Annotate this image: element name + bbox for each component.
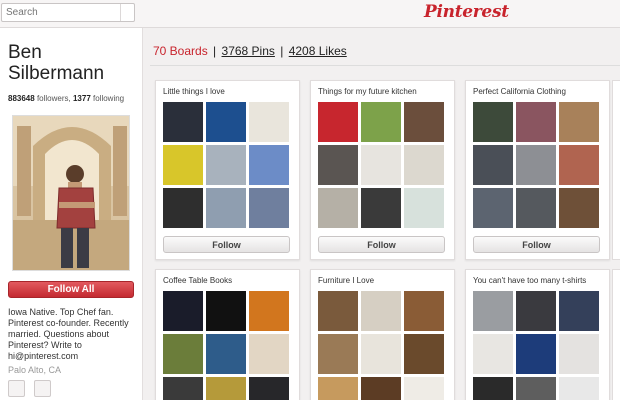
following-label[interactable]: following [93, 94, 124, 103]
board-thumbnail[interactable] [318, 145, 358, 185]
board-thumbnail[interactable] [516, 188, 556, 228]
board-thumbnail[interactable] [318, 188, 358, 228]
follow-board-button[interactable]: Follow [163, 236, 290, 253]
followers-label[interactable]: followers, [37, 94, 71, 103]
board-thumbnail[interactable] [249, 377, 289, 400]
follow-board-button[interactable]: Follow [473, 236, 600, 253]
board-thumbnail[interactable] [249, 145, 289, 185]
board-thumbnail[interactable] [361, 291, 401, 331]
board-card[interactable]: Coffee Table Books [155, 269, 300, 400]
board-title[interactable]: Furniture I Love [318, 276, 374, 285]
board-card-partial[interactable] [612, 269, 620, 400]
board-card-partial[interactable] [612, 80, 620, 260]
twitter-link-button[interactable] [34, 380, 51, 397]
board-thumbnail[interactable] [473, 377, 513, 400]
board-thumbnail[interactable] [516, 334, 556, 374]
board-thumbnail[interactable] [559, 188, 599, 228]
board-thumbnail[interactable] [361, 145, 401, 185]
board-thumbnail[interactable] [163, 145, 203, 185]
board-title[interactable]: Little things I love [163, 87, 225, 96]
tab-separator: | [213, 44, 217, 58]
tab-pins[interactable]: 3768 Pins [222, 44, 275, 58]
board-thumbnail[interactable] [163, 334, 203, 374]
search-box[interactable] [1, 3, 135, 22]
profile-stats: 883648 followers, 1377 following [8, 94, 124, 103]
board-title[interactable]: Coffee Table Books [163, 276, 232, 285]
profile-location: Palo Alto, CA [8, 365, 62, 375]
board-thumbnail[interactable] [163, 377, 203, 400]
facebook-link-button[interactable] [8, 380, 25, 397]
board-thumbnail[interactable] [473, 188, 513, 228]
tabs-divider [150, 65, 620, 66]
board-thumbnail[interactable] [361, 102, 401, 142]
board-thumbnail[interactable] [516, 145, 556, 185]
board-thumbnail[interactable] [249, 102, 289, 142]
search-divider [120, 4, 121, 21]
board-card[interactable]: Little things I love Follow [155, 80, 300, 260]
profile-bio: Iowa Native. Top Chef fan. Pinterest co-… [8, 307, 129, 361]
board-thumbnail[interactable] [404, 334, 444, 374]
top-header: Pinterest [0, 0, 620, 28]
profile-tabs: 70 Boards | 3768 Pins | 4208 Likes [153, 44, 349, 58]
board-thumbnail[interactable] [163, 291, 203, 331]
board-thumbnail[interactable] [206, 334, 246, 374]
tab-separator: | [280, 44, 284, 58]
board-thumbnail[interactable] [249, 291, 289, 331]
board-thumbnail[interactable] [473, 102, 513, 142]
board-thumbnail[interactable] [206, 102, 246, 142]
followers-count[interactable]: 883648 [8, 94, 35, 103]
board-thumbnail[interactable] [404, 145, 444, 185]
board-thumbnail[interactable] [206, 377, 246, 400]
board-card[interactable]: You can't have too many t-shirts [465, 269, 610, 400]
board-thumbnail[interactable] [559, 291, 599, 331]
profile-sidebar: Ben Silbermann 883648 followers, 1377 fo… [0, 28, 143, 400]
tab-boards[interactable]: 70 Boards [153, 44, 208, 58]
board-thumbnail[interactable] [361, 334, 401, 374]
board-thumbnail[interactable] [473, 334, 513, 374]
board-thumbnail[interactable] [206, 291, 246, 331]
board-thumbnail[interactable] [404, 377, 444, 400]
board-thumbnail[interactable] [404, 291, 444, 331]
board-thumbnail[interactable] [559, 334, 599, 374]
board-thumbnail[interactable] [361, 188, 401, 228]
board-thumbnail[interactable] [249, 188, 289, 228]
profile-name: Ben Silbermann [8, 42, 105, 84]
board-title[interactable]: Perfect California Clothing [473, 87, 566, 96]
board-card[interactable]: Furniture I Love [310, 269, 455, 400]
board-thumbnail[interactable] [318, 377, 358, 400]
board-card[interactable]: Perfect California Clothing Follow [465, 80, 610, 260]
board-thumbnail[interactable] [318, 102, 358, 142]
board-thumbnail[interactable] [473, 145, 513, 185]
board-thumbnail[interactable] [163, 188, 203, 228]
board-thumbnail[interactable] [163, 102, 203, 142]
board-thumbnail[interactable] [516, 377, 556, 400]
profile-photo [12, 115, 130, 271]
tab-likes[interactable]: 4208 Likes [289, 44, 347, 58]
board-thumbnail[interactable] [206, 188, 246, 228]
board-thumbnail[interactable] [559, 145, 599, 185]
board-thumbnail[interactable] [404, 188, 444, 228]
board-thumbnail[interactable] [559, 377, 599, 400]
board-thumbnail[interactable] [318, 291, 358, 331]
board-thumbnail[interactable] [206, 145, 246, 185]
board-thumbnail[interactable] [318, 334, 358, 374]
board-thumbnail[interactable] [559, 102, 599, 142]
following-count[interactable]: 1377 [73, 94, 91, 103]
pinterest-logo[interactable]: Pinterest [424, 2, 509, 22]
board-thumbnail[interactable] [404, 102, 444, 142]
board-title[interactable]: You can't have too many t-shirts [473, 276, 586, 285]
board-card[interactable]: Things for my future kitchen Follow [310, 80, 455, 260]
follow-all-button[interactable]: Follow All [8, 281, 134, 298]
board-thumbnail[interactable] [516, 102, 556, 142]
board-thumbnail[interactable] [473, 291, 513, 331]
search-input[interactable] [2, 4, 120, 21]
board-thumbnail[interactable] [361, 377, 401, 400]
follow-board-button[interactable]: Follow [318, 236, 445, 253]
board-title[interactable]: Things for my future kitchen [318, 87, 417, 96]
board-thumbnail[interactable] [249, 334, 289, 374]
board-thumbnail[interactable] [516, 291, 556, 331]
